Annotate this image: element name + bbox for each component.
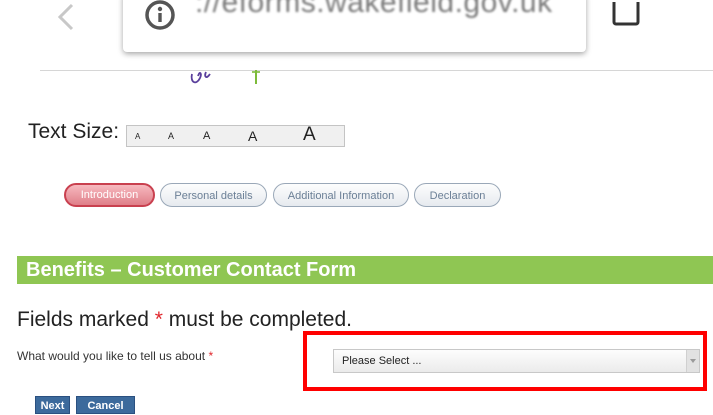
required-note-prefix: Fields marked	[17, 308, 155, 331]
back-arrow-icon[interactable]	[52, 2, 82, 32]
text-size-larger[interactable]: A	[248, 129, 257, 143]
next-button[interactable]: Next	[35, 396, 70, 414]
step-declaration[interactable]: Declaration	[414, 183, 501, 207]
text-size-largest[interactable]: A	[303, 125, 316, 144]
topic-required-star: *	[208, 349, 214, 363]
cancel-button[interactable]: Cancel	[76, 396, 135, 414]
topic-select[interactable]: Please Select ...	[333, 349, 700, 373]
dropdown-arrow-icon[interactable]	[686, 350, 699, 372]
topic-question-label: What would you like to tell us about *	[17, 349, 213, 363]
info-icon[interactable]	[143, 0, 177, 32]
required-note-suffix: must be completed.	[162, 308, 352, 331]
text-size-label: Text Size:	[28, 120, 120, 143]
toolbar-divider	[40, 70, 713, 71]
browser-toolbar: ://eforms.wakefield.gov.uk	[0, 0, 713, 72]
step-introduction[interactable]: Introduction	[64, 183, 155, 207]
text-size-smaller[interactable]: A	[168, 132, 174, 141]
tabs-icon[interactable]	[611, 2, 641, 30]
text-size-options: A A A A A	[126, 125, 345, 147]
text-size-normal[interactable]: A	[203, 131, 210, 142]
topic-select-value: Please Select ...	[342, 355, 422, 367]
form-title: Benefits – Customer Contact Form	[26, 259, 357, 281]
url-text: ://eforms.wakefield.gov.uk	[195, 0, 553, 19]
logo-fragment	[190, 70, 260, 84]
form-header: Benefits – Customer Contact Form	[17, 256, 713, 284]
step-additional-information[interactable]: Additional Information	[273, 183, 409, 207]
required-fields-note: Fields marked * must be completed.	[17, 308, 352, 332]
step-personal-details[interactable]: Personal details	[160, 183, 267, 207]
topic-question-text: What would you like to tell us about	[17, 349, 209, 363]
address-bar[interactable]: ://eforms.wakefield.gov.uk	[123, 0, 586, 52]
text-size-smallest[interactable]: A	[135, 133, 140, 141]
required-star: *	[154, 308, 163, 331]
